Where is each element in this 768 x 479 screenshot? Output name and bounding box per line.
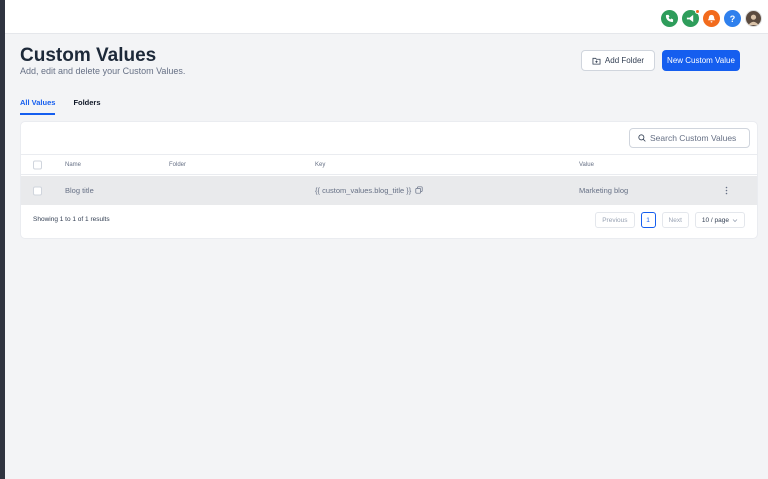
top-bar: ?	[5, 4, 768, 34]
new-custom-value-button[interactable]: New Custom Value	[662, 50, 740, 71]
column-header-name: Name	[65, 161, 82, 168]
folder-plus-icon	[592, 57, 601, 65]
page-size-label: 10 / page	[701, 216, 729, 224]
page-size-select[interactable]: 10 / page	[694, 212, 745, 228]
row-checkbox[interactable]	[33, 186, 42, 195]
bell-icon[interactable]	[703, 10, 720, 27]
search-icon	[638, 134, 646, 142]
avatar[interactable]	[745, 10, 762, 27]
notification-dot	[695, 9, 700, 14]
table-footer: Showing 1 to 1 of 1 results Previous 1 N…	[21, 208, 757, 236]
tab-folders[interactable]: Folders	[73, 98, 100, 115]
column-header-value: Value	[579, 161, 594, 168]
search-placeholder: Search Custom Values	[650, 133, 737, 143]
page-subtitle: Add, edit and delete your Custom Values.	[20, 66, 186, 76]
add-folder-label: Add Folder	[604, 56, 645, 65]
cell-name: Blog title	[65, 186, 94, 195]
column-header-key: Key	[315, 161, 326, 168]
page-title: Custom Values	[20, 45, 157, 66]
copy-icon[interactable]	[415, 185, 423, 196]
pagination: Previous 1 Next 10 / page	[595, 212, 745, 228]
chevron-down-icon	[732, 218, 738, 222]
megaphone-icon[interactable]	[682, 9, 700, 27]
table-row[interactable]: Blog title {{ custom_values.blog_title }…	[21, 176, 757, 205]
tab-all-values[interactable]: All Values	[20, 98, 56, 115]
row-actions-icon[interactable]	[725, 176, 728, 205]
cell-key: {{ custom_values.blog_title }}	[315, 176, 423, 205]
select-all-checkbox[interactable]	[33, 160, 42, 169]
help-icon[interactable]: ?	[724, 10, 741, 27]
tabs: All Values Folders	[20, 98, 101, 115]
add-folder-button[interactable]: Add Folder	[581, 50, 655, 71]
phone-icon[interactable]	[661, 10, 678, 27]
table-header: Name Folder Key Value	[21, 154, 757, 175]
page-1-button[interactable]: 1	[640, 212, 656, 228]
help-glyph: ?	[729, 13, 736, 24]
window-edge	[0, 0, 5, 479]
key-text: {{ custom_values.blog_title }}	[315, 186, 412, 195]
results-summary: Showing 1 to 1 of 1 results	[33, 216, 110, 223]
cell-value: Marketing blog	[579, 186, 629, 195]
search-input[interactable]: Search Custom Values	[629, 128, 750, 148]
custom-values-card: Search Custom Values Name Folder Key Val…	[20, 121, 758, 239]
previous-button[interactable]: Previous	[595, 212, 635, 228]
column-header-folder: Folder	[169, 161, 187, 168]
next-button[interactable]: Next	[661, 212, 689, 228]
